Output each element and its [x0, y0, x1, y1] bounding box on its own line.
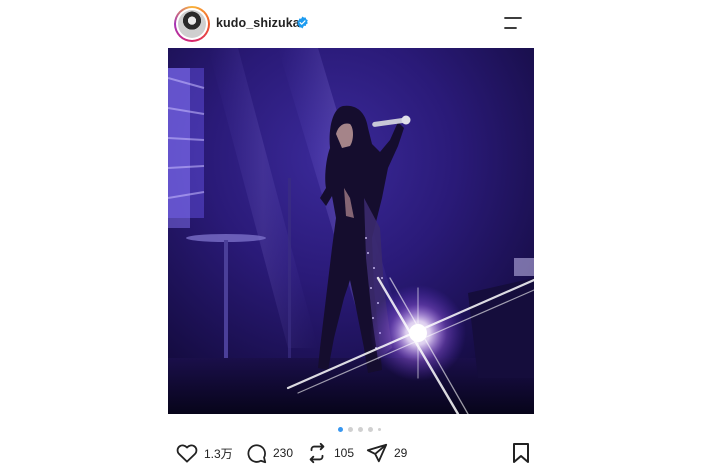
action-bar: 1.3万 230 105 29: [176, 440, 530, 466]
comment-bubble-icon: [247, 443, 267, 463]
carousel-indicator: [338, 426, 381, 432]
heart-icon: [176, 444, 198, 463]
carousel-dot: [358, 426, 363, 432]
bookmark-icon[interactable]: [512, 442, 530, 464]
verified-badge-icon: [297, 16, 308, 29]
share-button[interactable]: 29: [366, 440, 407, 466]
menu-icon[interactable]: [504, 16, 522, 30]
username[interactable]: kudo_shizuka: [216, 16, 300, 30]
repost-icon: [309, 442, 325, 464]
repost-button[interactable]: 105: [306, 440, 354, 466]
comment-button[interactable]: 230: [246, 440, 293, 466]
post-photo[interactable]: [168, 48, 534, 414]
comment-count: 230: [273, 446, 294, 460]
share-count: 29: [394, 446, 408, 460]
send-icon: [366, 443, 388, 463]
story-ring[interactable]: [174, 6, 210, 42]
carousel-dot: [368, 426, 373, 432]
carousel-dot: [378, 427, 381, 431]
concert-photo: [168, 48, 534, 414]
carousel-dot: [348, 426, 353, 432]
carousel-dot: [338, 426, 343, 432]
avatar[interactable]: [178, 10, 206, 38]
like-button[interactable]: 1.3万: [176, 440, 233, 466]
like-count: 1.3万: [204, 446, 233, 461]
post-header: kudo_shizuka: [168, 4, 534, 44]
repost-count: 105: [334, 446, 355, 460]
